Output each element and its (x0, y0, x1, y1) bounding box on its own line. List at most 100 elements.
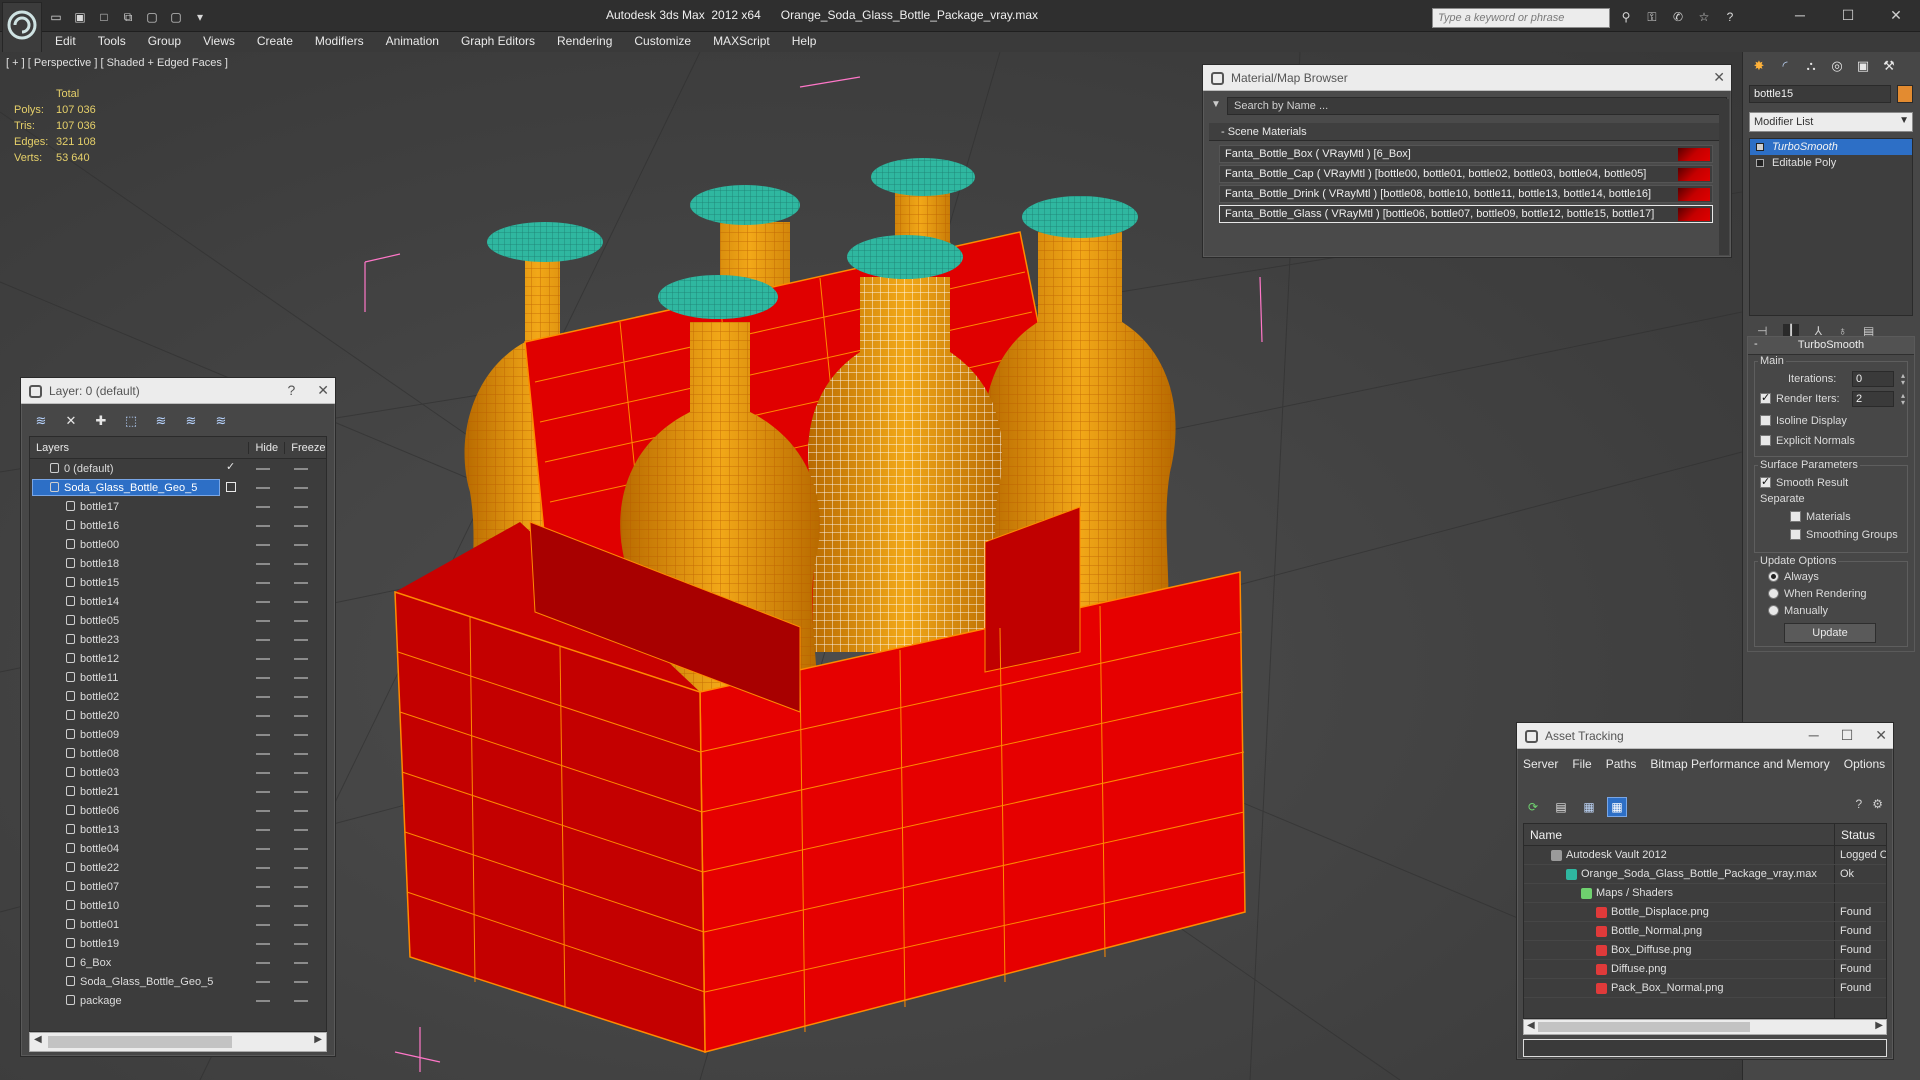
asset-table-scrollbar[interactable]: ◀ ▶ (1523, 1019, 1887, 1035)
layer-object-row[interactable]: bottle00 (30, 535, 326, 554)
scroll-thumb[interactable] (48, 1036, 232, 1048)
asset-menu-server[interactable]: Server (1523, 755, 1558, 789)
hide-toggle[interactable] (256, 525, 270, 527)
freeze-toggle[interactable] (294, 924, 308, 926)
key-icon[interactable]: ⚿ (1642, 8, 1662, 26)
table-view-icon[interactable]: ▦ (1607, 797, 1627, 817)
set-current-layer-icon[interactable] (226, 482, 236, 492)
freeze-toggle[interactable] (294, 639, 308, 641)
layer-object-row[interactable]: bottle14 (30, 592, 326, 611)
material-search-input[interactable]: Search by Name ... (1227, 97, 1727, 115)
hide-toggle[interactable] (256, 734, 270, 736)
help-icon[interactable]: ? (287, 382, 295, 399)
layer-object-row[interactable]: bottle22 (30, 858, 326, 877)
hide-toggle[interactable] (256, 905, 270, 907)
layer-object-row[interactable]: bottle11 (30, 668, 326, 687)
keyword-search-input[interactable]: Type a keyword or phrase (1432, 8, 1610, 28)
asset-row[interactable]: Pack_Box_Normal.png Found (1524, 979, 1886, 998)
material-item[interactable]: Fanta_Bottle_Box ( VRayMtl ) [6_Box] (1219, 145, 1713, 163)
material-browser-titlebar[interactable]: Material/Map Browser ✕ (1203, 65, 1731, 91)
asset-row[interactable]: Bottle_Normal.png Found (1524, 922, 1886, 941)
scroll-right-icon[interactable]: ▶ (314, 1034, 322, 1045)
stack-item-editable-poly[interactable]: Editable Poly (1750, 155, 1912, 171)
freeze-toggle[interactable] (294, 848, 308, 850)
close-icon[interactable]: ✕ (1713, 69, 1725, 86)
hide-toggle[interactable] (256, 506, 270, 508)
viewport-label[interactable]: [ + ] [ Perspective ] [ Shaded + Edged F… (6, 57, 228, 69)
expand-icon[interactable] (1756, 159, 1764, 167)
freeze-toggle[interactable] (294, 506, 308, 508)
hide-toggle[interactable] (256, 601, 270, 603)
asset-row[interactable]: Maps / Shaders (1524, 884, 1886, 903)
menu-create[interactable]: Create (246, 32, 304, 52)
layer-object-row[interactable]: bottle09 (30, 725, 326, 744)
asset-row[interactable]: Orange_Soda_Glass_Bottle_Package_vray.ma… (1524, 865, 1886, 884)
layer-object-row[interactable]: bottle06 (30, 801, 326, 820)
display-tab-icon[interactable]: ▣ (1853, 56, 1873, 76)
minimize-icon[interactable]: ─ (1776, 0, 1824, 30)
hold-icon[interactable]: ⧉ (118, 8, 138, 26)
new-scene-icon[interactable]: □ (94, 8, 114, 26)
list-view-icon[interactable]: ▤ (1551, 797, 1571, 817)
active-layer-check-icon[interactable]: ✓ (226, 460, 235, 473)
update-rendering-radio[interactable] (1768, 588, 1779, 599)
freeze-toggle[interactable] (294, 1000, 308, 1002)
modifier-list-dropdown[interactable]: Modifier List ▼ (1749, 112, 1913, 132)
asset-menu-paths[interactable]: Paths (1606, 755, 1637, 789)
undo-icon[interactable]: ▢ (142, 8, 162, 26)
separate-materials-checkbox[interactable] (1790, 511, 1801, 522)
delete-layer-icon[interactable]: ✕ (61, 412, 81, 430)
hide-toggle[interactable] (256, 981, 270, 983)
maximize-icon[interactable]: ☐ (1841, 727, 1854, 744)
menu-tools[interactable]: Tools (87, 32, 137, 52)
dropdown-arrow-icon[interactable]: ▾ (190, 8, 210, 26)
material-browser-scrollbar[interactable] (1719, 99, 1729, 255)
motion-tab-icon[interactable]: ◎ (1827, 56, 1847, 76)
open-file-icon[interactable]: ▭ (46, 8, 66, 26)
render-iters-spinner[interactable]: 2 ▴ ▾ (1852, 391, 1905, 407)
freeze-toggle[interactable] (294, 753, 308, 755)
isoline-display-checkbox[interactable] (1760, 415, 1771, 426)
menu-customize[interactable]: Customize (623, 32, 702, 52)
highlight-layer-icon[interactable]: ≋ (151, 412, 171, 430)
comm-center-icon[interactable]: ✆ (1668, 8, 1688, 26)
options-dropdown-icon[interactable]: ▼ (1211, 99, 1221, 110)
asset-menu-options[interactable]: Options (1844, 755, 1885, 789)
hide-toggle[interactable] (256, 487, 270, 489)
utilities-tab-icon[interactable]: ⚒ (1879, 56, 1899, 76)
menu-help[interactable]: Help (781, 32, 828, 52)
col-freeze[interactable]: Freeze (284, 441, 326, 454)
layer-row[interactable]: Soda_Glass_Bottle_Geo_5 (30, 478, 326, 497)
freeze-toggle[interactable] (294, 696, 308, 698)
hide-toggle[interactable] (256, 810, 270, 812)
hide-toggle[interactable] (256, 924, 270, 926)
redo-icon[interactable]: ▢ (166, 8, 186, 26)
hide-toggle[interactable] (256, 829, 270, 831)
freeze-toggle[interactable] (294, 544, 308, 546)
freeze-toggle[interactable] (294, 981, 308, 983)
col-hide[interactable]: Hide (248, 441, 284, 454)
add-to-layer-icon[interactable]: ✚ (91, 412, 111, 430)
save-file-icon[interactable]: ▣ (70, 8, 90, 26)
freeze-toggle[interactable] (294, 829, 308, 831)
hide-toggle[interactable] (256, 639, 270, 641)
freeze-toggle[interactable] (294, 563, 308, 565)
asset-menu-bitmap-performance-and-memory[interactable]: Bitmap Performance and Memory (1650, 755, 1829, 789)
menu-graph-editors[interactable]: Graph Editors (450, 32, 546, 52)
freeze-toggle[interactable] (294, 943, 308, 945)
layer-object-row[interactable]: bottle08 (30, 744, 326, 763)
freeze-toggle[interactable] (294, 810, 308, 812)
minimize-icon[interactable]: ─ (1809, 727, 1819, 744)
turbosmooth-rollout-header[interactable]: - TurboSmooth (1748, 337, 1914, 355)
hide-toggle[interactable] (256, 1000, 270, 1002)
layer-object-row[interactable]: bottle20 (30, 706, 326, 725)
layer-object-row[interactable]: bottle12 (30, 649, 326, 668)
freeze-toggle[interactable] (294, 772, 308, 774)
help-icon[interactable]: ? (1720, 8, 1740, 26)
hide-toggle[interactable] (256, 867, 270, 869)
freeze-toggle[interactable] (294, 867, 308, 869)
freeze-toggle[interactable] (294, 487, 308, 489)
layer-object-row[interactable]: 6_Box (30, 953, 326, 972)
menu-maxscript[interactable]: MAXScript (702, 32, 781, 52)
layer-object-row[interactable]: bottle10 (30, 896, 326, 915)
